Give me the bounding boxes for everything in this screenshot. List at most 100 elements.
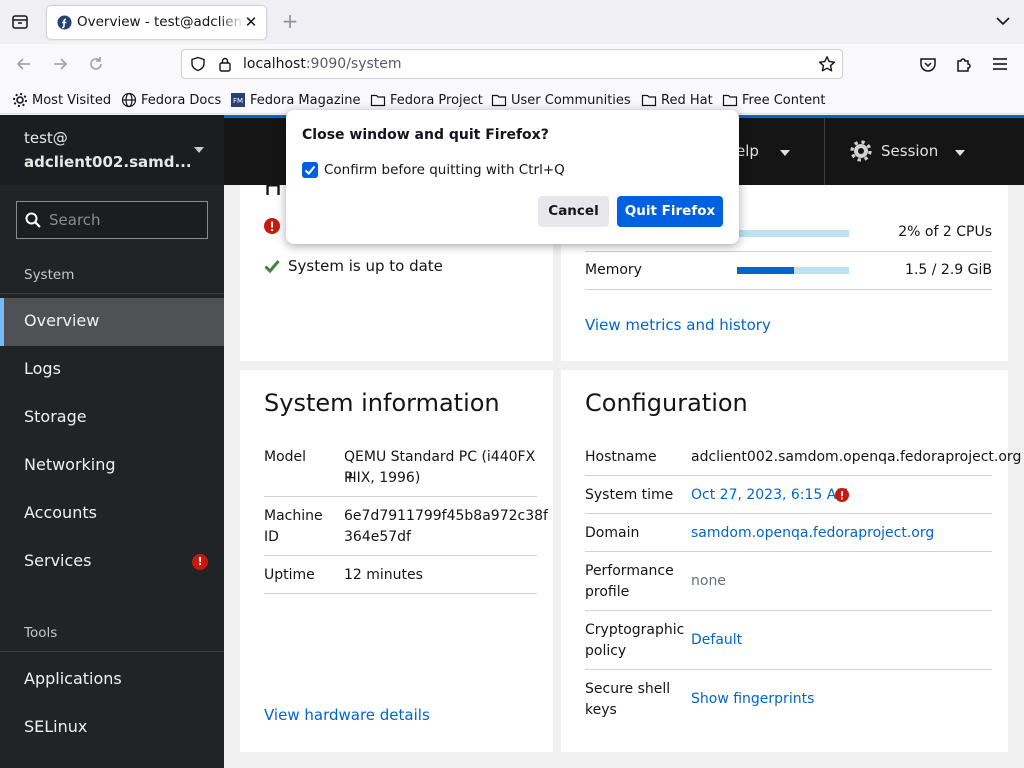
back-arrow-icon[interactable] bbox=[14, 54, 34, 74]
system-time-value[interactable]: Oct 27, 2023, 6:15 AM bbox=[691, 485, 848, 506]
sidebar-item-services[interactable]: Services ! bbox=[0, 538, 224, 586]
machine-id-key-line2: ID bbox=[264, 529, 279, 545]
tab-close-icon[interactable]: ✕ bbox=[243, 14, 259, 30]
divider bbox=[585, 610, 992, 611]
cpu-usage-value: 2% of 2 CPUs bbox=[898, 224, 992, 240]
bookmark-fedora-project[interactable]: Fedora Project bbox=[370, 91, 483, 109]
sidebar-item-label: Logs bbox=[24, 359, 61, 378]
confirm-quit-label[interactable]: Confirm before quitting with Ctrl+Q bbox=[324, 162, 565, 178]
search-field[interactable] bbox=[16, 201, 208, 239]
sidebar-item-label: Services bbox=[24, 551, 92, 570]
memory-usage-fill bbox=[737, 267, 795, 274]
check-icon bbox=[264, 260, 280, 273]
ssh-key-line1: Secure shell bbox=[585, 681, 671, 697]
tab-bar: Overview - test@adclient002.samdom.openq… bbox=[0, 0, 1024, 44]
divider bbox=[824, 118, 825, 185]
host-name: adclient002.samd... bbox=[24, 153, 192, 171]
crypto-key-line1: Cryptographic bbox=[585, 622, 685, 638]
caret-down-icon[interactable] bbox=[780, 150, 790, 156]
performance-key-line2: profile bbox=[585, 584, 630, 600]
bookmark-free-content[interactable]: Free Content bbox=[722, 91, 825, 109]
error-icon bbox=[264, 218, 280, 234]
new-tab-icon[interactable]: + bbox=[279, 10, 301, 32]
sidebar-item-applications[interactable]: Applications bbox=[0, 656, 224, 704]
bookmark-fedora-docs[interactable]: Fedora Docs bbox=[121, 91, 221, 109]
caret-down-icon bbox=[194, 147, 204, 153]
divider bbox=[0, 293, 224, 294]
crypto-policy-value[interactable]: Default bbox=[691, 630, 742, 651]
folder-icon bbox=[370, 94, 386, 107]
tracking-shield-icon[interactable] bbox=[190, 56, 206, 72]
quit-firefox-button[interactable]: Quit Firefox bbox=[617, 196, 723, 227]
system-time-key: System time bbox=[585, 487, 674, 503]
divider bbox=[585, 669, 992, 670]
sidebar-item-label: Accounts bbox=[24, 503, 97, 522]
host-switcher[interactable]: test@ adclient002.samd... bbox=[0, 115, 224, 185]
sidebar-item-networking[interactable]: Networking bbox=[0, 442, 224, 490]
hostname-value: adclient002.samdom.openqa.fedoraproject.… bbox=[691, 449, 1022, 465]
session-menu-label[interactable]: Session bbox=[881, 142, 938, 160]
system-info-card: System information Model QEMU Standard P… bbox=[240, 370, 553, 752]
main-content: H System is up to date 2% of 2 CPUs Memo… bbox=[224, 185, 1024, 768]
view-metrics-link[interactable]: View metrics and history bbox=[585, 316, 771, 334]
search-input[interactable] bbox=[49, 209, 199, 231]
divider bbox=[264, 496, 537, 497]
svg-text:FM: FM bbox=[233, 97, 243, 105]
caret-down-icon[interactable] bbox=[955, 150, 965, 156]
section-system-label: System bbox=[24, 267, 75, 283]
bookmark-label: Free Content bbox=[742, 92, 826, 108]
sidebar-item-accounts[interactable]: Accounts bbox=[0, 490, 224, 538]
sidebar-item-label: Overview bbox=[24, 311, 100, 330]
sidebar-item-selinux[interactable]: SELinux bbox=[0, 704, 224, 752]
app-menu-icon[interactable] bbox=[990, 54, 1010, 74]
page-info-icon[interactable] bbox=[218, 56, 232, 72]
extensions-icon[interactable] bbox=[954, 54, 974, 74]
bookmark-label: Fedora Docs bbox=[141, 92, 222, 108]
sidebar-item-label: SELinux bbox=[24, 717, 88, 736]
sidebar-item-label: Networking bbox=[24, 455, 116, 474]
browser-tab[interactable]: Overview - test@adclient002.samdom.openq… bbox=[47, 6, 266, 39]
sidebar-item-label: Applications bbox=[24, 669, 122, 688]
divider bbox=[585, 475, 992, 476]
domain-value[interactable]: samdom.openqa.fedoraproject.org bbox=[691, 523, 934, 544]
configuration-title: Configuration bbox=[585, 389, 748, 417]
divider bbox=[585, 513, 992, 514]
error-icon bbox=[835, 488, 849, 502]
view-hardware-details-link[interactable]: View hardware details bbox=[264, 706, 430, 724]
bookmark-star-icon[interactable] bbox=[818, 55, 836, 73]
url-bar[interactable]: localhost:9090/system bbox=[181, 49, 843, 79]
sidebar-item-logs[interactable]: Logs bbox=[0, 346, 224, 394]
performance-value[interactable]: none bbox=[691, 571, 726, 592]
confirm-quit-checkbox[interactable] bbox=[302, 162, 318, 178]
forward-arrow-icon[interactable] bbox=[50, 54, 70, 74]
cancel-button[interactable]: Cancel bbox=[538, 196, 609, 227]
tab-title: Overview - test@adclient002.samdom.openq… bbox=[77, 14, 244, 30]
url-text[interactable]: localhost:9090/system bbox=[243, 56, 402, 72]
sidebar-item-storage[interactable]: Storage bbox=[0, 394, 224, 442]
bookmark-most-visited[interactable]: Most Visited bbox=[12, 91, 111, 109]
cpu-usage-bar bbox=[737, 230, 849, 237]
bookmark-user-communities[interactable]: User Communities bbox=[491, 91, 631, 109]
fedora-favicon-icon bbox=[57, 15, 72, 30]
nav-bar: localhost:9090/system bbox=[0, 44, 1024, 85]
memory-usage-bar bbox=[737, 267, 849, 274]
list-all-tabs-chevron-icon[interactable] bbox=[994, 12, 1012, 30]
bookmark-fedora-magazine[interactable]: FM Fedora Magazine bbox=[230, 91, 361, 109]
firefox-view-icon[interactable] bbox=[10, 12, 30, 32]
url-host: localhost bbox=[243, 56, 306, 72]
uptime-value: 12 minutes bbox=[344, 567, 423, 583]
machine-id-value-line1: 6e7d7911799f45b8a972c38f bbox=[344, 508, 548, 524]
ssh-key-line2: keys bbox=[585, 702, 617, 718]
reload-icon[interactable] bbox=[86, 54, 106, 74]
bookmark-red-hat[interactable]: Red Hat bbox=[641, 91, 713, 109]
divider bbox=[264, 593, 537, 594]
help-menu-label[interactable]: elp bbox=[736, 142, 759, 160]
domain-key: Domain bbox=[585, 525, 640, 541]
pocket-icon[interactable] bbox=[918, 54, 938, 74]
bookmark-label: User Communities bbox=[511, 92, 631, 108]
sidebar-item-overview[interactable]: Overview bbox=[0, 298, 224, 346]
hostname-key: Hostname bbox=[585, 449, 657, 465]
gear-icon[interactable] bbox=[850, 140, 872, 162]
bookmark-label: Red Hat bbox=[661, 92, 713, 108]
show-fingerprints-link[interactable]: Show fingerprints bbox=[691, 689, 814, 710]
